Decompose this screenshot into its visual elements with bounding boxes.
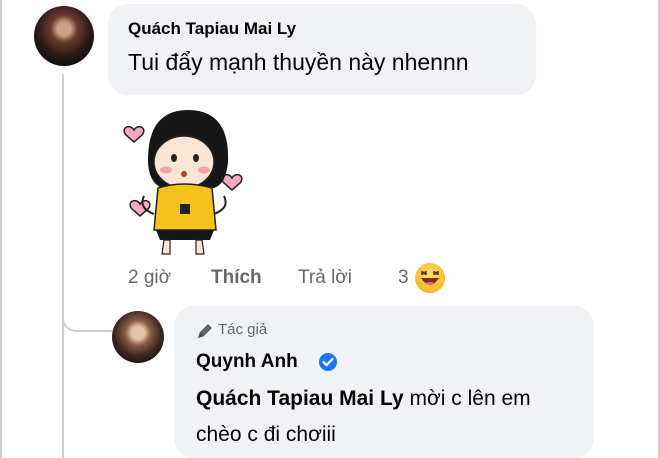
heart-icon: [123, 125, 145, 143]
thread-branch-line: [62, 300, 112, 332]
pen-icon: [198, 324, 212, 338]
reaction-count[interactable]: 3: [398, 267, 409, 289]
reply-button[interactable]: Trả lời: [298, 267, 352, 289]
replier-avatar[interactable]: [112, 311, 164, 363]
comment-text: Tui đẩy mạnh thuyền này nhennn: [128, 49, 469, 75]
reply-text: Quách Tapiau Mai Ly mời c lên em chèo c …: [196, 381, 576, 453]
replier-name[interactable]: Quynh Anh: [196, 351, 298, 373]
heart-icon: [221, 173, 243, 191]
like-button[interactable]: Thích: [211, 267, 262, 289]
commenter-avatar[interactable]: [34, 6, 94, 66]
mention-tag[interactable]: Quách Tapiau Mai Ly: [196, 387, 404, 410]
left-border: [0, 0, 2, 458]
verified-badge-icon: [319, 353, 337, 371]
author-badge-label: Tác giả: [218, 321, 268, 338]
laughing-emoji-icon[interactable]: [413, 261, 447, 295]
thread-line: [62, 74, 64, 458]
girl-hearts-sticker: [123, 110, 243, 255]
commenter-name[interactable]: Quách Tapiau Mai Ly: [128, 19, 296, 39]
heart-icon: [129, 199, 151, 217]
comment-time[interactable]: 2 giờ: [128, 267, 171, 289]
